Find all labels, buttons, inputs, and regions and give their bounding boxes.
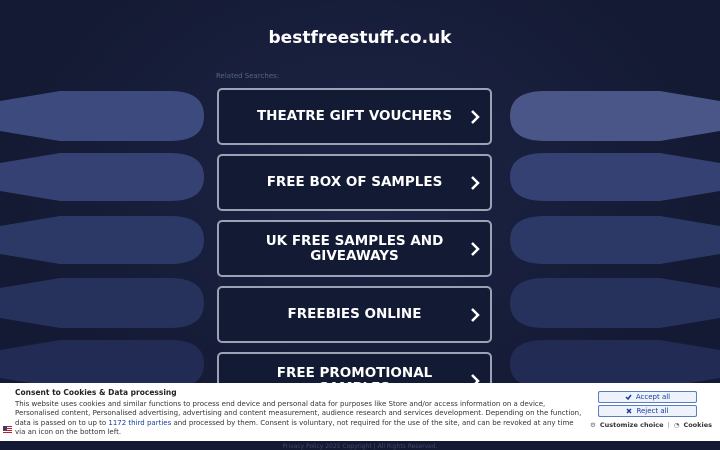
chevron-right-icon	[471, 109, 480, 124]
cookie-consent-banner: Consent to Cookies & Data processing Thi…	[0, 383, 720, 441]
gear-icon: ⚙	[590, 421, 596, 429]
separator: |	[667, 421, 670, 429]
privacy-policy-link[interactable]: Privacy Policy	[282, 443, 323, 450]
consent-links: ⚙ Customize choice | ◔ Cookies	[590, 421, 712, 429]
reject-all-button[interactable]: Reject all	[598, 405, 697, 417]
consent-title: Consent to Cookies & Data processing	[15, 388, 177, 397]
copyright-text: 2025 Copyright | All Rights Reserved.	[325, 443, 438, 450]
consent-text: This website uses cookies and similar fu…	[15, 400, 585, 438]
chevron-right-icon	[471, 241, 480, 256]
search-link-theatre-gift-vouchers[interactable]: THEATRE GIFT VOUCHERS	[217, 88, 492, 145]
customize-choice-link[interactable]: Customize choice	[600, 421, 664, 429]
search-link-free-box-of-samples[interactable]: FREE BOX OF SAMPLES	[217, 154, 492, 211]
accept-all-label: Accept all	[635, 393, 671, 401]
check-icon	[625, 394, 632, 400]
flag-icon[interactable]	[3, 426, 12, 433]
page-footer: Privacy Policy 2025 Copyright | All Righ…	[0, 443, 720, 450]
search-link-label: FREEBIES ONLINE	[287, 306, 422, 322]
search-link-uk-free-samples[interactable]: UK FREE SAMPLES AND GIVEAWAYS	[217, 220, 492, 277]
accept-all-button[interactable]: Accept all	[598, 391, 697, 403]
cookie-icon: ◔	[673, 421, 680, 429]
search-link-label: FREE BOX OF SAMPLES	[266, 174, 443, 190]
reject-all-label: Reject all	[636, 407, 669, 415]
site-title: bestfreestuff.co.uk	[268, 28, 452, 48]
search-link-label: UK FREE SAMPLES AND GIVEAWAYS	[265, 232, 444, 264]
chevron-right-icon	[471, 175, 480, 190]
chevron-right-icon	[471, 307, 480, 322]
search-link-freebies-online[interactable]: FREEBIES ONLINE	[217, 286, 492, 343]
search-link-label: THEATRE GIFT VOUCHERS	[256, 108, 453, 124]
related-searches-label: Related Searches:	[216, 72, 280, 80]
third-parties-link[interactable]: 1172 third parties	[108, 419, 171, 427]
close-icon	[626, 408, 632, 414]
cookies-link[interactable]: Cookies	[683, 421, 712, 429]
